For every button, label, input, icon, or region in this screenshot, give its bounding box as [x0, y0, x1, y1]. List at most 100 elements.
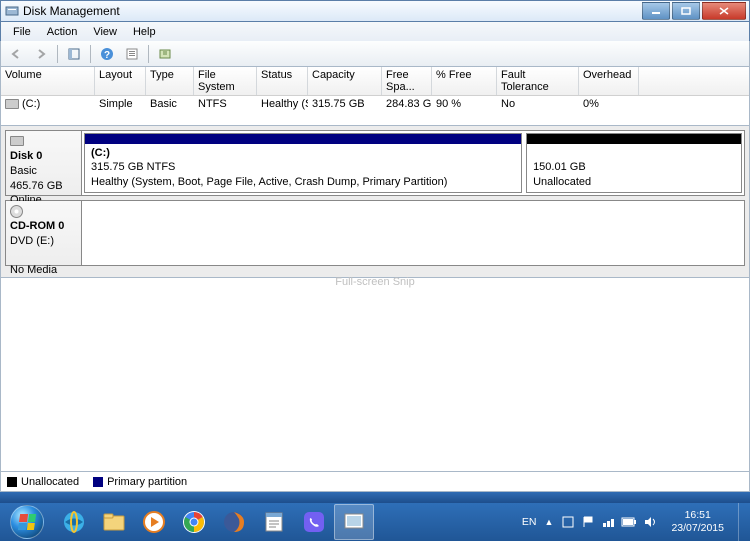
forward-button[interactable] — [30, 43, 52, 65]
toolbar-separator — [57, 45, 58, 63]
show-hide-button[interactable] — [63, 43, 85, 65]
partition-status: Healthy (System, Boot, Page File, Active… — [91, 176, 447, 188]
drive-icon — [5, 98, 22, 110]
disk-state: No Media — [10, 264, 57, 276]
volume-capacity: 315.75 GB — [308, 97, 382, 111]
volume-free: 284.83 GB — [382, 97, 432, 111]
menu-help[interactable]: Help — [125, 24, 164, 40]
tray-volume-icon[interactable] — [643, 515, 657, 529]
taskbar-ie[interactable] — [54, 504, 94, 540]
disk-row: CD-ROM 0 DVD (E:) No Media — [5, 200, 745, 266]
help-button[interactable]: ? — [96, 43, 118, 65]
tray-action-center-icon[interactable] — [561, 515, 575, 529]
col-capacity[interactable]: Capacity — [308, 67, 382, 95]
app-icon — [5, 4, 19, 18]
tray-flag-icon[interactable] — [581, 515, 595, 529]
window-titlebar: Disk Management — [0, 0, 750, 22]
partition-status: Unallocated — [533, 176, 591, 188]
col-status[interactable]: Status — [257, 67, 308, 95]
taskbar-viber[interactable] — [294, 504, 334, 540]
volume-layout: Simple — [95, 97, 146, 111]
volume-name: (C:) — [22, 98, 40, 110]
menu-view[interactable]: View — [85, 24, 125, 40]
disk-row: Disk 0 Basic 465.76 GB Online (C:) 315.7… — [5, 130, 745, 196]
disk-icon — [10, 135, 27, 147]
refresh-button[interactable] — [154, 43, 176, 65]
partition-stripe-icon — [85, 134, 521, 144]
disk-size: 465.76 GB — [10, 180, 63, 192]
partition-primary[interactable]: (C:) 315.75 GB NTFS Healthy (System, Boo… — [84, 133, 522, 193]
disk-label-panel[interactable]: CD-ROM 0 DVD (E:) No Media — [6, 201, 82, 265]
tray-lang[interactable]: EN — [522, 516, 537, 528]
volume-pctfree: 90 % — [432, 97, 497, 111]
disk-name: Disk 0 — [10, 149, 77, 164]
tray-clock[interactable]: 16:51 23/07/2015 — [665, 509, 730, 534]
window-title: Disk Management — [23, 4, 640, 18]
show-desktop-button[interactable] — [738, 503, 746, 541]
partition-size: 150.01 GB — [533, 161, 586, 173]
toolbar-separator — [148, 45, 149, 63]
taskbar-wmp[interactable] — [134, 504, 174, 540]
legend-swatch-primary-icon — [93, 477, 103, 487]
blank-area: Full-screen Snip — [0, 278, 750, 472]
tray-chevron-icon[interactable]: ▲ — [545, 517, 554, 527]
col-filesystem[interactable]: File System — [194, 67, 257, 95]
disk-name: CD-ROM 0 — [10, 219, 77, 234]
cdrom-icon — [10, 205, 26, 217]
legend: Unallocated Primary partition — [0, 472, 750, 492]
snip-hint: Full-screen Snip — [335, 276, 414, 288]
close-button[interactable] — [702, 2, 746, 20]
volume-fs: NTFS — [194, 97, 257, 111]
col-freespace[interactable]: Free Spa... — [382, 67, 432, 95]
disk-type: Basic — [10, 165, 37, 177]
menu-file[interactable]: File — [5, 24, 39, 40]
properties-button[interactable] — [121, 43, 143, 65]
partition-empty — [84, 203, 742, 263]
tray-battery-icon[interactable] — [621, 517, 637, 527]
partition-title: (C:) — [91, 147, 110, 159]
legend-swatch-unallocated-icon — [7, 477, 17, 487]
volume-list: Volume Layout Type File System Status Ca… — [0, 67, 750, 126]
disk-type: DVD (E:) — [10, 235, 54, 247]
system-tray: EN ▲ 16:51 23/07/2015 — [522, 503, 750, 541]
taskbar-notepad[interactable] — [254, 504, 294, 540]
disk-label-panel[interactable]: Disk 0 Basic 465.76 GB Online — [6, 131, 82, 195]
col-type[interactable]: Type — [146, 67, 194, 95]
menu-bar: File Action View Help — [0, 22, 750, 41]
col-layout[interactable]: Layout — [95, 67, 146, 95]
volume-list-header: Volume Layout Type File System Status Ca… — [1, 67, 749, 96]
back-button[interactable] — [5, 43, 27, 65]
tray-network-icon[interactable] — [601, 515, 615, 529]
toolbar: ? — [0, 41, 750, 67]
tray-date: 23/07/2015 — [671, 522, 724, 535]
volume-status: Healthy (S... — [257, 97, 308, 111]
col-volume[interactable]: Volume — [1, 67, 95, 95]
menu-action[interactable]: Action — [39, 24, 86, 40]
legend-primary: Primary partition — [107, 476, 187, 488]
maximize-button[interactable] — [672, 2, 700, 20]
col-pctfree[interactable]: % Free — [432, 67, 497, 95]
taskbar-app[interactable] — [334, 504, 374, 540]
volume-type: Basic — [146, 97, 194, 111]
volume-overhead: 0% — [579, 97, 639, 111]
partition-size: 315.75 GB NTFS — [91, 161, 175, 173]
partition-unallocated[interactable]: 150.01 GB Unallocated — [526, 133, 742, 193]
legend-unallocated: Unallocated — [21, 476, 79, 488]
col-overhead[interactable]: Overhead — [579, 67, 639, 95]
taskbar-explorer[interactable] — [94, 504, 134, 540]
col-faulttol[interactable]: Fault Tolerance — [497, 67, 579, 95]
taskbar-chrome[interactable] — [174, 504, 214, 540]
minimize-button[interactable] — [642, 2, 670, 20]
graphical-view: Disk 0 Basic 465.76 GB Online (C:) 315.7… — [0, 126, 750, 278]
svg-text:?: ? — [104, 50, 110, 61]
partition-stripe-icon — [527, 134, 741, 144]
window-border — [0, 492, 750, 503]
tray-time: 16:51 — [671, 509, 724, 522]
start-button[interactable] — [0, 503, 54, 541]
toolbar-separator — [90, 45, 91, 63]
taskbar-firefox[interactable] — [214, 504, 254, 540]
taskbar: EN ▲ 16:51 23/07/2015 — [0, 503, 750, 541]
windows-orb-icon — [10, 505, 44, 539]
volume-ft: No — [497, 97, 579, 111]
volume-row[interactable]: (C:) Simple Basic NTFS Healthy (S... 315… — [1, 96, 749, 112]
